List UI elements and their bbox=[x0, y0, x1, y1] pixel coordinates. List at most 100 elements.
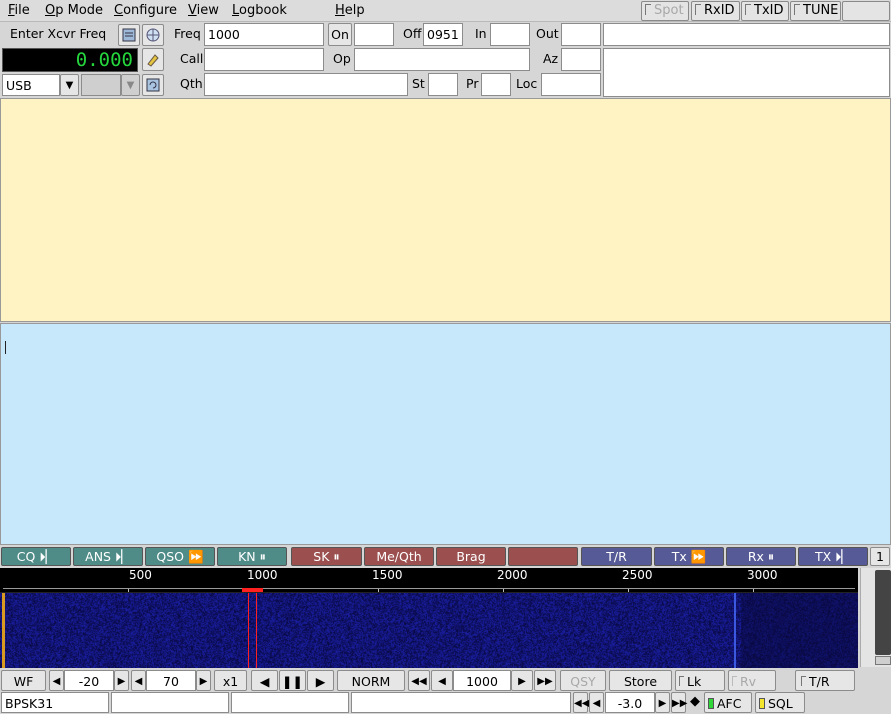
rig-memory-button[interactable] bbox=[118, 24, 140, 46]
carrier-down-button[interactable]: ◀ bbox=[431, 670, 453, 691]
menubar-blank-button[interactable] bbox=[842, 1, 890, 21]
scrollbar-thumb[interactable] bbox=[875, 570, 891, 655]
carrier-fast-up-button[interactable]: ▶▶ bbox=[534, 670, 556, 691]
rig-refresh-button[interactable] bbox=[142, 74, 164, 96]
waterfall-speed-button[interactable]: NORM bbox=[337, 670, 405, 691]
time-on-field[interactable] bbox=[354, 23, 394, 46]
macro-tx-button[interactable]: Tx ⏩ bbox=[654, 547, 724, 566]
carrier-fast-down-button[interactable]: ◀◀ bbox=[408, 670, 430, 691]
store-button[interactable]: Store bbox=[609, 670, 672, 691]
bandwidth-dropdown-button[interactable]: ▼ bbox=[121, 74, 140, 96]
time-on-button[interactable]: On bbox=[328, 23, 352, 46]
macro-blank-button[interactable] bbox=[508, 547, 578, 566]
ref-level-field[interactable]: -20 bbox=[64, 670, 114, 691]
chevron-down-icon: ▼ bbox=[65, 80, 74, 91]
tune-checkbox-icon bbox=[794, 4, 800, 15]
spot-toggle[interactable]: Spot bbox=[641, 1, 689, 21]
ampl-span-field[interactable]: 70 bbox=[146, 670, 196, 691]
macro-sk-button[interactable]: SK ⏸ bbox=[291, 547, 362, 566]
squelch-fast-down-button[interactable]: ◀◀ bbox=[573, 692, 589, 713]
macro-kn-button[interactable]: KN ⏸ bbox=[217, 547, 287, 566]
waterfall-mode-button[interactable]: WF bbox=[1, 670, 46, 691]
azimuth-field[interactable] bbox=[561, 48, 601, 71]
pause-icon: ⏸ bbox=[767, 549, 775, 564]
scroll-left-button[interactable]: ◀ bbox=[251, 670, 278, 691]
macro-tx-end-button[interactable]: TX ⏵▏ bbox=[798, 547, 868, 566]
notes-field-top[interactable] bbox=[603, 23, 890, 46]
macro-me-qth-button[interactable]: Me/Qth bbox=[364, 547, 434, 566]
menu-help[interactable]: Help bbox=[335, 3, 365, 18]
triangle-right-icon: ▶ bbox=[315, 674, 326, 689]
qth-field[interactable] bbox=[204, 73, 408, 96]
squelch-up-button[interactable]: ▶ bbox=[655, 692, 670, 713]
macro-set-button[interactable]: 1 bbox=[870, 547, 890, 566]
state-field[interactable] bbox=[428, 73, 458, 96]
status-mode[interactable]: BPSK31 bbox=[1, 692, 109, 713]
macro-rx-button[interactable]: Rx ⏸ bbox=[726, 547, 796, 566]
ref-level-up-button[interactable]: ▶ bbox=[114, 670, 129, 691]
macro-brag-button[interactable]: Brag bbox=[436, 547, 506, 566]
squelch-fast-up-button[interactable]: ▶▶ bbox=[671, 692, 687, 713]
rst-in-field[interactable] bbox=[490, 23, 530, 46]
clear-log-button[interactable] bbox=[142, 48, 164, 71]
pause-icon: ❚❚ bbox=[282, 674, 303, 689]
macro-cq-button[interactable]: CQ ⏵▏ bbox=[1, 547, 71, 566]
bandwidth-select[interactable] bbox=[81, 74, 121, 96]
pause-waterfall-button[interactable]: ❚❚ bbox=[279, 670, 306, 691]
carrier-up-button[interactable]: ▶ bbox=[511, 670, 533, 691]
reverse-toggle[interactable]: Rv bbox=[728, 670, 776, 691]
ampl-span-up-button[interactable]: ▶ bbox=[196, 670, 211, 691]
menu-file[interactable]: File bbox=[8, 3, 30, 18]
frequency-display[interactable]: 0.000 bbox=[2, 48, 138, 72]
waterfall-scrollbar[interactable] bbox=[860, 568, 891, 667]
notes-field-bottom[interactable] bbox=[603, 48, 890, 97]
play-icon: ⏵▏ bbox=[835, 549, 852, 564]
status-field-1 bbox=[111, 692, 229, 713]
ampl-span-down-button[interactable]: ◀ bbox=[131, 670, 146, 691]
zoom-button[interactable]: x1 bbox=[214, 670, 247, 691]
tune-toggle[interactable]: TUNE bbox=[790, 1, 841, 21]
province-label: Pr bbox=[466, 76, 479, 91]
scrollbar-bottom[interactable] bbox=[875, 656, 891, 665]
squelch-level-field[interactable]: -3.0 bbox=[605, 692, 655, 713]
freq-field[interactable]: 1000 bbox=[204, 23, 324, 46]
locator-field[interactable] bbox=[541, 73, 601, 96]
menu-bar: File Op Mode Configure View Logbook Help… bbox=[0, 0, 891, 22]
rst-out-field[interactable] bbox=[561, 23, 601, 46]
lock-toggle[interactable]: Lk bbox=[675, 670, 725, 691]
province-field[interactable] bbox=[481, 73, 511, 96]
menu-view[interactable]: View bbox=[188, 3, 219, 18]
mode-select[interactable]: USB bbox=[2, 74, 60, 96]
menu-op-mode[interactable]: Op Mode bbox=[45, 3, 103, 18]
receive-text-pane[interactable] bbox=[0, 98, 891, 322]
rxid-toggle[interactable]: RxID bbox=[691, 1, 740, 21]
scale-tick-label: 2500 bbox=[622, 568, 653, 582]
locator-label: Loc bbox=[516, 76, 538, 91]
waterfall-display[interactable] bbox=[0, 592, 858, 668]
menu-configure[interactable]: Configure bbox=[114, 3, 177, 18]
frequency-scale[interactable]: 500 1000 1500 2000 2500 3000 bbox=[0, 568, 858, 592]
macro-ans-button[interactable]: ANS ⏵▏ bbox=[73, 547, 143, 566]
op-name-field[interactable] bbox=[354, 48, 530, 71]
squelch-down-button[interactable]: ◀ bbox=[589, 692, 604, 713]
mode-dropdown-button[interactable]: ▼ bbox=[60, 74, 79, 96]
tr-toggle[interactable]: T/R bbox=[795, 670, 855, 691]
triangle-right-icon: ▶ bbox=[658, 698, 667, 709]
macro-tr-button[interactable]: T/R bbox=[581, 547, 652, 566]
qsy-button[interactable]: QSY bbox=[560, 670, 606, 691]
macro-qso-button[interactable]: QSO ⏩ bbox=[145, 547, 215, 566]
ref-level-down-button[interactable]: ◀ bbox=[49, 670, 64, 691]
afc-toggle[interactable]: AFC bbox=[704, 692, 752, 713]
txid-toggle[interactable]: TxID bbox=[741, 1, 789, 21]
transmit-text-pane[interactable] bbox=[0, 323, 891, 545]
time-off-field[interactable]: 0951 bbox=[423, 23, 463, 46]
call-field[interactable] bbox=[204, 48, 324, 71]
scroll-right-button[interactable]: ▶ bbox=[307, 670, 334, 691]
menu-logbook[interactable]: Logbook bbox=[232, 3, 287, 18]
carrier-freq-field[interactable]: 1000 bbox=[453, 670, 511, 691]
qth-label: Qth bbox=[180, 76, 203, 91]
enter-xcvr-freq-label: Enter Xcvr Freq bbox=[10, 26, 107, 41]
rewind-icon: ◀◀ bbox=[411, 676, 427, 687]
rig-smeter-button[interactable] bbox=[142, 24, 164, 46]
sql-toggle[interactable]: SQL bbox=[755, 692, 805, 713]
